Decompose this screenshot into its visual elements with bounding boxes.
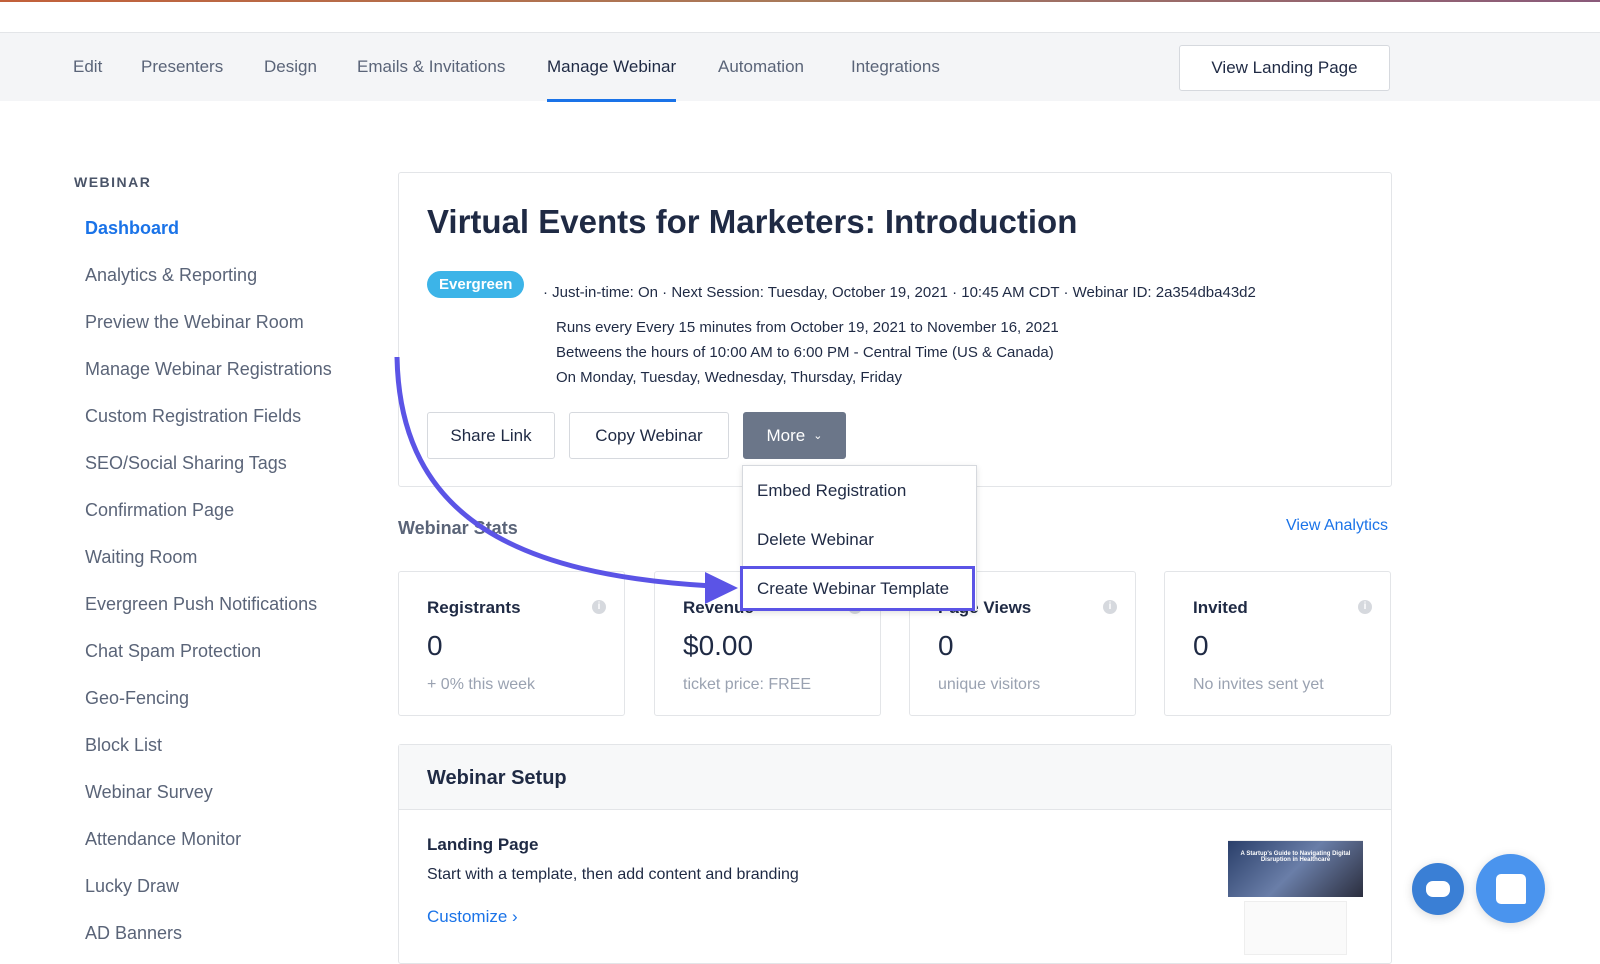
messenger-chat-icon[interactable] [1476, 854, 1545, 923]
stat-sub: unique visitors [938, 676, 1041, 693]
webinar-setup-card: Webinar Setup Landing Page Start with a … [398, 744, 1392, 964]
schedule-line: On Monday, Tuesday, Wednesday, Thursday,… [556, 369, 903, 386]
landing-page-thumbnail[interactable]: A Startup's Guide to Navigating Digital … [1228, 835, 1363, 955]
sidebar-item-seo-social-sharing-tags[interactable]: SEO/Social Sharing Tags [85, 453, 287, 474]
stat-sub: ticket price: FREE [683, 676, 812, 693]
sidebar-item-evergreen-push-notifications[interactable]: Evergreen Push Notifications [85, 594, 317, 615]
stat-label: Registrants [427, 598, 521, 617]
tab-emails[interactable]: Emails & Invitations [357, 57, 505, 77]
sidebar-item-dashboard[interactable]: Dashboard [85, 218, 179, 239]
sidebar-item-analytics-reporting[interactable]: Analytics & Reporting [85, 265, 257, 286]
thumbnail-hero: A Startup's Guide to Navigating Digital … [1228, 841, 1363, 897]
top-accent-line [0, 0, 1600, 2]
tab-edit[interactable]: Edit [73, 57, 102, 77]
tab-presenters[interactable]: Presenters [141, 57, 223, 77]
landing-page-desc: Start with a template, then add content … [427, 866, 799, 883]
webinar-meta: · Just-in-time: On · Next Session: Tuesd… [543, 284, 1256, 301]
delete-webinar-item[interactable]: Delete Webinar [757, 530, 874, 550]
stat-value: $0.00 [683, 630, 754, 661]
sidebar-item-lucky-draw[interactable]: Lucky Draw [85, 876, 179, 897]
create-webinar-template-item[interactable]: Create Webinar Template [740, 566, 975, 611]
stat-value: 0 [1193, 630, 1209, 661]
schedule-line: Betweens the hours of 10:00 AM to 6:00 P… [556, 344, 1054, 361]
stat-label: Invited [1193, 598, 1248, 617]
stat-sub: No invites sent yet [1193, 676, 1324, 693]
sidebar-item-webinar-survey[interactable]: Webinar Survey [85, 782, 213, 803]
more-label: More [766, 425, 806, 445]
sidebar-item-attendance-monitor[interactable]: Attendance Monitor [85, 829, 241, 850]
sidebar-item-chat-spam-protection[interactable]: Chat Spam Protection [85, 641, 261, 662]
sidebar-item-confirmation-page[interactable]: Confirmation Page [85, 500, 234, 521]
stat-value: 0 [938, 630, 954, 661]
info-icon[interactable]: i [1358, 600, 1372, 614]
view-landing-page-button[interactable]: View Landing Page [1179, 45, 1390, 91]
sidebar-item-preview-the-webinar-room[interactable]: Preview the Webinar Room [85, 312, 304, 333]
info-icon[interactable]: i [1103, 600, 1117, 614]
stat-card-invited: Invited i 0 No invites sent yet [1164, 571, 1391, 716]
view-analytics-link[interactable]: View Analytics [1286, 517, 1388, 535]
webinar-setup-heading: Webinar Setup [399, 745, 1391, 810]
sidebar-item-manage-webinar-registrations[interactable]: Manage Webinar Registrations [85, 359, 332, 380]
tab-manage-webinar[interactable]: Manage Webinar [547, 57, 677, 102]
schedule-line: Runs every Every 15 minutes from October… [556, 319, 1059, 336]
copy-webinar-button[interactable]: Copy Webinar [569, 412, 729, 459]
chatbot-icon[interactable] [1412, 863, 1464, 915]
landing-page-title: Landing Page [427, 835, 539, 854]
stat-sub: + 0% this week [427, 676, 536, 693]
webinar-stats-heading: Webinar Stats [398, 518, 518, 538]
stat-value: 0 [427, 630, 443, 661]
chevron-down-icon: ⌄ [813, 430, 823, 442]
embed-registration-item[interactable]: Embed Registration [757, 481, 906, 501]
share-link-button[interactable]: Share Link [427, 412, 555, 459]
evergreen-badge: Evergreen [427, 271, 525, 298]
stat-card-registrants: Registrants i 0 + 0% this week [398, 571, 625, 716]
tab-design[interactable]: Design [264, 57, 317, 77]
customize-link[interactable]: Customize › [427, 907, 518, 927]
tab-automation[interactable]: Automation [718, 57, 804, 77]
sidebar-item-waiting-room[interactable]: Waiting Room [85, 547, 197, 568]
info-icon[interactable]: i [592, 600, 606, 614]
sidebar-item-custom-registration-fields[interactable]: Custom Registration Fields [85, 406, 301, 427]
webinar-summary-card: Virtual Events for Marketers: Introducti… [398, 172, 1392, 487]
more-button[interactable]: More ⌄ [743, 412, 846, 459]
sidebar-heading: WEBINAR [74, 174, 152, 190]
sidebar-item-ad-banners[interactable]: AD Banners [85, 923, 182, 944]
sidebar-item-block-list[interactable]: Block List [85, 735, 162, 756]
sidebar-item-geo-fencing[interactable]: Geo-Fencing [85, 688, 189, 709]
top-nav: Edit Presenters Design Emails & Invitati… [0, 32, 1600, 102]
webinar-title: Virtual Events for Marketers: Introducti… [427, 203, 1078, 240]
tab-integrations[interactable]: Integrations [851, 57, 940, 77]
